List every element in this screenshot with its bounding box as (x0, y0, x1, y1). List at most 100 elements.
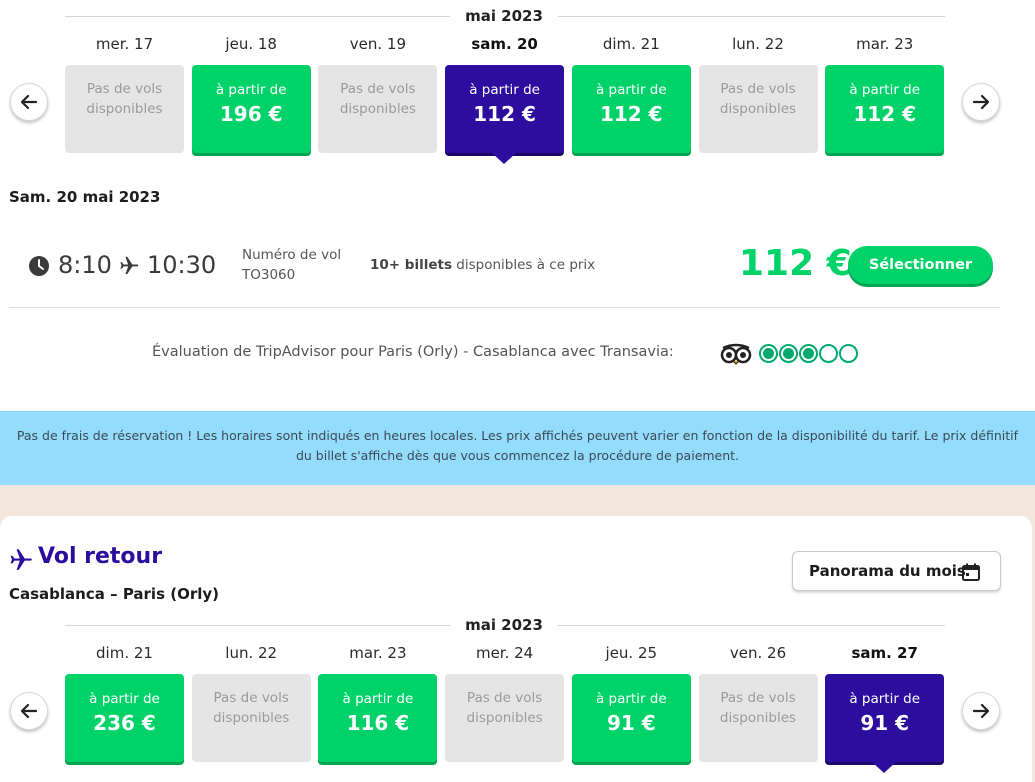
day-label: lun. 22 (225, 644, 278, 662)
calendar-icon (962, 563, 980, 581)
day-label: ven. 26 (729, 644, 787, 662)
arrival-time: 10:30 (147, 251, 217, 279)
from-label: à partir de (89, 691, 160, 707)
tripadvisor-rating-label: Évaluation de TripAdvisor pour Paris (Or… (152, 344, 674, 360)
plane-icon (120, 256, 139, 275)
no-flights-text: Pas de vols disponibles (213, 690, 290, 726)
date-tile[interactable]: à partir de 112 € (571, 65, 691, 153)
date-tile[interactable]: à partir de 116 € (318, 674, 438, 762)
rating-bubble-fill (783, 348, 794, 359)
flight-option-row: 8:10 10:30 Numéro de vol TO3060 10+ bill… (25, 240, 1000, 300)
flight-number-label: Numéro de vol (242, 247, 342, 263)
tile-price: 112 € (599, 102, 663, 126)
plane-icon (10, 549, 32, 570)
date-tile-unavailable: Pas de vols disponibles (191, 674, 311, 762)
selected-pointer (492, 153, 517, 164)
no-flights-text: Pas de vols disponibles (86, 81, 163, 117)
tile-price: 112 € (853, 102, 916, 126)
day-label: lun. 22 (732, 35, 784, 53)
outbound-month-header: mai 2023 (65, 7, 945, 27)
no-flights-text: Pas de vols disponibles (719, 81, 797, 117)
return-month-header: mai 2023 (65, 616, 945, 636)
return-month-label: mai 2023 (465, 616, 543, 634)
from-label: à partir de (849, 82, 921, 98)
from-label: à partir de (469, 82, 540, 98)
selected-date-heading: Sam. 20 mai 2023 (9, 188, 161, 206)
date-tile[interactable]: à partir de 112 € (825, 65, 945, 153)
from-label: à partir de (849, 691, 921, 707)
from-label: à partir de (595, 82, 667, 98)
panorama-label: Panorama du mois (809, 562, 966, 580)
from-label: à partir de (595, 691, 667, 707)
flight-price: 112 € (739, 243, 852, 284)
date-tile-unavailable: Pas de vols disponibles (65, 65, 184, 153)
tile-price: 91 € (606, 711, 656, 735)
day-label: mer. 24 (475, 644, 534, 662)
day-label: sam. 20 (471, 35, 538, 53)
day-label: sam. 27 (851, 644, 918, 662)
selected-pointer (872, 762, 897, 773)
from-label: à partir de (215, 82, 287, 98)
no-flights-text: Pas de vols disponibles (466, 690, 543, 726)
return-route: Casablanca – Paris (Orly) (9, 585, 219, 603)
rating-bubble (799, 344, 818, 363)
arrow-right-icon (972, 703, 990, 719)
tile-price: 112 € (473, 102, 536, 126)
date-tile-unavailable: Pas de vols disponibles (698, 65, 818, 153)
day-label: mar. 23 (349, 644, 407, 662)
date-tile[interactable]: à partir de 196 € (191, 65, 311, 153)
return-prev-button[interactable] (10, 692, 48, 730)
divider (9, 307, 1000, 308)
ticket-availability-text: disponibles à ce prix (452, 257, 596, 273)
outbound-card: mai 2023 mer. 17 jeu. 18 ven. 19 sam. 20 dim… (0, 0, 1035, 411)
tile-price: 116 € (346, 711, 410, 735)
divider (558, 16, 945, 17)
return-next-button[interactable] (962, 692, 1000, 730)
day-label: mar. 23 (856, 35, 914, 53)
day-label: dim. 21 (602, 35, 660, 53)
date-tile-selected[interactable]: à partir de 112 € (445, 65, 565, 164)
tripadvisor-bubbles (759, 344, 858, 363)
day-label: jeu. 18 (225, 35, 277, 53)
outbound-prev-button[interactable] (10, 83, 48, 121)
outbound-next-button[interactable] (962, 83, 1000, 121)
outbound-month-label: mai 2023 (465, 7, 543, 25)
rating-bubble (759, 344, 778, 363)
rating-bubble (779, 344, 798, 363)
select-flight-button[interactable]: Sélectionner (848, 246, 993, 284)
date-tile-unavailable: Pas de vols disponibles (445, 674, 565, 762)
divider (65, 625, 450, 626)
rating-bubble (839, 344, 858, 363)
date-tile-unavailable: Pas de vols disponibles (698, 674, 818, 762)
ticket-availability: 10+ billets disponibles à ce prix (370, 257, 595, 273)
departure-time: 8:10 (58, 251, 112, 279)
tile-price: 91 € (860, 711, 910, 735)
day-label: jeu. 25 (605, 644, 658, 662)
panorama-du-mois-button[interactable]: Panorama du mois (792, 551, 1001, 591)
rating-bubble (819, 344, 838, 363)
divider (558, 625, 945, 626)
tile-price: 236 € (93, 711, 156, 735)
ticket-count: 10+ billets (370, 257, 452, 273)
date-tile-selected[interactable]: à partir de 91 € (825, 674, 945, 773)
info-banner: Pas de frais de réservation ! Les horair… (0, 411, 1035, 485)
flight-number: TO3060 (242, 267, 296, 283)
tripadvisor-owl-icon (720, 343, 752, 365)
tile-price: 196 € (219, 102, 283, 126)
date-tile[interactable]: à partir de 236 € (65, 674, 184, 762)
arrow-left-icon (20, 94, 38, 110)
divider (65, 16, 450, 17)
arrow-right-icon (972, 94, 990, 110)
day-label: ven. 19 (349, 35, 407, 53)
tripadvisor-rating-row: Évaluation de TripAdvisor pour Paris (Or… (0, 342, 1035, 366)
day-label: mer. 17 (95, 35, 154, 53)
rating-bubble-fill (803, 348, 814, 359)
return-title: Vol retour (38, 544, 163, 569)
date-tile-unavailable: Pas de vols disponibles (318, 65, 438, 153)
date-tile[interactable]: à partir de 91 € (571, 674, 691, 762)
clock-icon (29, 256, 49, 276)
day-label: dim. 21 (96, 644, 153, 662)
arrow-left-icon (20, 703, 38, 719)
no-flights-text: Pas de vols disponibles (719, 690, 797, 726)
rating-bubble-fill (763, 348, 774, 359)
